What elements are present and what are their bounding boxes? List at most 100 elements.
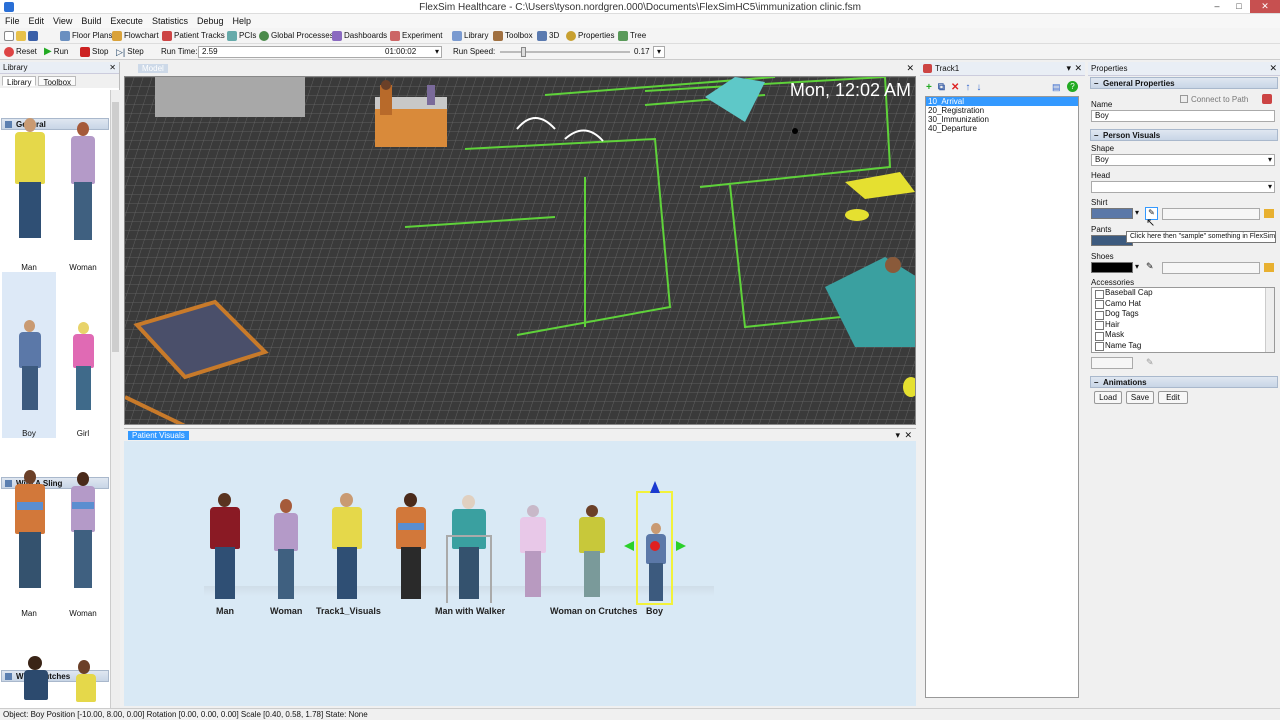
duplicate-icon[interactable]: ⧉ [938,82,945,93]
menu-view[interactable]: View [48,14,76,26]
reset-button[interactable]: Reset [4,46,37,58]
library-item-man-sling[interactable]: Man [2,454,56,618]
save-button[interactable]: Save [1126,391,1154,404]
pin-icon[interactable]: ▾ [895,430,900,441]
person-visuals-section[interactable]: Person Visuals [1090,129,1278,142]
folder-icon[interactable] [1264,209,1274,218]
patient-visuals-view[interactable]: Man Woman Track1_Visuals Man with Walker… [124,441,916,706]
save-icon[interactable] [28,31,38,41]
shirt-color-swatch[interactable] [1091,208,1133,219]
menu-edit[interactable]: Edit [24,14,49,26]
chevron-down-icon[interactable]: ▾ [1135,262,1139,271]
move-down-icon[interactable]: ↓ [976,82,981,93]
run-button[interactable]: ▶ Run [44,46,68,58]
folder-icon[interactable] [1264,263,1274,272]
table-view-icon[interactable]: ▤ [1052,82,1061,93]
green-axis-arrow-left-icon[interactable] [624,541,634,551]
edit-button[interactable]: Edit [1158,391,1188,404]
help-icon[interactable]: ? [1067,81,1078,92]
object-icon[interactable] [1262,94,1272,104]
close-icon[interactable]: ✕ [906,63,914,74]
shoes-color-swatch[interactable] [1091,262,1133,273]
delete-icon[interactable]: ✕ [951,82,959,93]
menu-help[interactable]: Help [227,14,255,26]
model-3d-view[interactable]: Mon, 12:02 AM [124,76,916,425]
library-button[interactable]: Library [452,30,488,42]
menu-execute[interactable]: Execute [105,14,147,26]
library-item-man[interactable]: Man [2,106,56,272]
run-speed-slider-thumb[interactable] [521,47,527,57]
close-window-button[interactable]: ✕ [1250,0,1280,13]
tree-button[interactable]: Tree [618,30,646,42]
accessory-checkbox-hair[interactable]: Hair [1092,320,1274,331]
library-scrollbar-thumb[interactable] [112,102,119,352]
stop-button[interactable]: Stop [80,46,108,58]
list-item[interactable]: 40_Departure [926,124,1078,133]
close-icon[interactable]: ✕ [1269,63,1277,74]
run-speed-slider[interactable] [500,47,630,57]
global-processes-button[interactable]: Global Processes [259,30,334,42]
close-icon[interactable]: ✕ [1074,63,1082,74]
minimize-button[interactable]: – [1206,0,1228,13]
dashboards-button[interactable]: Dashboards [332,30,387,42]
eyedropper-icon[interactable]: ✎ [1146,357,1154,368]
flowchart-button[interactable]: Flowchart [112,30,159,42]
connect-to-path-checkbox[interactable] [1180,95,1188,103]
list-item[interactable]: 10_Arrival [926,97,1078,106]
head-select[interactable]: ▾ [1091,181,1275,193]
experiment-button[interactable]: Experiment [390,30,442,42]
pcis-button[interactable]: PCIs [227,30,256,42]
library-scrollbar[interactable] [110,90,120,708]
menu-debug[interactable]: Debug [192,14,228,26]
accessory-checkbox-mask[interactable]: Mask [1092,330,1274,341]
tab-model[interactable]: Model [138,64,168,73]
animations-section[interactable]: Animations [1090,376,1278,389]
chevron-down-icon[interactable]: ▾ [1135,208,1139,217]
shirt-texture-field[interactable] [1162,208,1260,220]
red-axis-handle-icon[interactable] [650,541,660,551]
step-button[interactable]: ▷| Step [116,46,144,58]
library-item-girl[interactable]: Girl [56,272,110,438]
tab-toolbox[interactable]: Toolbox [38,76,77,87]
list-item[interactable]: 30_Immunization [926,115,1078,124]
close-icon[interactable]: ✕ [904,430,912,441]
chevron-down-icon[interactable]: ▾ [435,47,439,57]
eyedropper-icon[interactable]: ✎ [1146,261,1154,272]
new-file-icon[interactable] [4,31,14,41]
floor-plans-button[interactable]: Floor Plans [60,30,112,42]
run-time-field[interactable]: 2.59 01:00:02 ▾ [198,46,442,58]
accessory-checkbox-baseball-cap[interactable]: Baseball Cap [1092,288,1274,299]
move-up-icon[interactable]: ↑ [965,82,970,93]
open-folder-icon[interactable] [16,31,26,41]
menu-statistics[interactable]: Statistics [147,14,192,26]
library-item-woman[interactable]: Woman [56,106,110,272]
library-item-woman-sling[interactable]: Woman [56,454,110,618]
accessory-checkbox-name-tag[interactable]: Name Tag [1092,341,1274,352]
library-item-boy[interactable]: Boy [2,272,56,438]
3d-button[interactable]: 3D [537,30,559,42]
shape-select[interactable]: Boy ▾ [1091,154,1275,166]
accessory-color-swatch[interactable] [1091,357,1133,369]
add-icon[interactable]: + [926,82,932,93]
close-icon[interactable]: ✕ [109,62,116,74]
run-speed-dropdown[interactable]: ▾ [653,46,665,58]
shoes-texture-field[interactable] [1162,262,1260,274]
blue-axis-arrow-icon[interactable] [650,481,660,493]
name-field[interactable]: Boy [1091,110,1275,122]
maximize-button[interactable]: □ [1228,0,1250,13]
pin-icon[interactable]: ▾ [1066,63,1071,74]
green-axis-arrow-right-icon[interactable] [676,541,686,551]
properties-button[interactable]: Properties [566,30,614,42]
accessories-scrollbar[interactable] [1265,288,1274,352]
accessory-checkbox-camo-hat[interactable]: Camo Hat [1092,299,1274,310]
load-button[interactable]: Load [1094,391,1122,404]
general-properties-section[interactable]: General Properties [1090,77,1278,90]
menu-file[interactable]: File [0,14,24,26]
tab-patient-visuals[interactable]: Patient Visuals [128,431,189,440]
tab-library[interactable]: Library [2,76,37,87]
menu-build[interactable]: Build [76,14,105,26]
patient-tracks-button[interactable]: Patient Tracks [162,30,225,42]
accessory-checkbox-dog-tags[interactable]: Dog Tags [1092,309,1274,320]
list-item[interactable]: 20_Registration [926,106,1078,115]
toolbox-button[interactable]: Toolbox [493,30,533,42]
